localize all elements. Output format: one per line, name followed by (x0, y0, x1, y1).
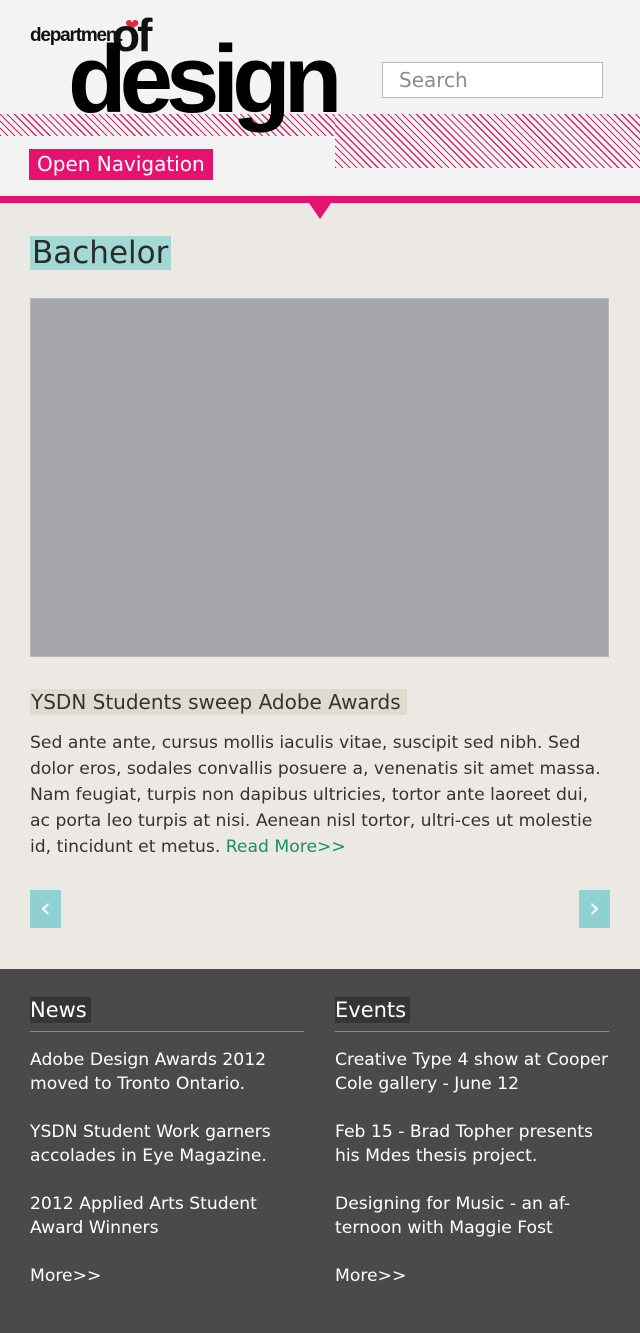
read-more-link[interactable]: Read More>> (226, 837, 346, 857)
event-item[interactable]: Creative Type 4 show at Cooper Cole gall… (335, 1048, 610, 1096)
news-title: News (30, 997, 91, 1023)
previous-slide-button[interactable]: ‹ (30, 890, 61, 928)
section-title: Bachelor (30, 236, 172, 270)
chevron-left-icon: ‹ (39, 891, 52, 924)
main-content: Bachelor YSDN Students sweep Adobe Award… (0, 203, 640, 969)
event-item[interactable]: Designing for Music - an af-ternoon with… (335, 1192, 610, 1240)
events-title: Events (335, 997, 411, 1023)
news-item[interactable]: YSDN Student Work garners accolades in E… (30, 1120, 305, 1168)
article-title[interactable]: YSDN Students sweep Adobe Awards (30, 689, 407, 715)
header-hatch-pattern-right (335, 114, 640, 168)
news-item[interactable]: Adobe Design Awards 2012 moved to Tronto… (30, 1048, 305, 1096)
header-divider (0, 196, 640, 203)
featured-image-placeholder (30, 298, 609, 657)
next-slide-button[interactable]: › (579, 890, 610, 928)
open-navigation-button[interactable]: Open Navigation (29, 149, 213, 180)
footer: News Adobe Design Awards 2012 moved to T… (0, 969, 640, 1333)
events-more-link[interactable]: More>> (335, 1264, 406, 1288)
news-divider (30, 1031, 304, 1032)
news-more-link[interactable]: More>> (30, 1264, 101, 1288)
events-divider (335, 1031, 609, 1032)
event-item[interactable]: Feb 15 - Brad Topher presents his Mdes t… (335, 1120, 610, 1168)
news-item[interactable]: 2012 Applied Arts Student Award Winners (30, 1192, 305, 1240)
logo-text-design: design (68, 26, 342, 133)
chevron-right-icon: › (588, 891, 601, 924)
article-body: Sed ante ante, cursus mollis iaculis vit… (30, 730, 608, 860)
header: department ❤ of design Open Navigation (0, 0, 640, 196)
search-input[interactable] (382, 62, 603, 98)
